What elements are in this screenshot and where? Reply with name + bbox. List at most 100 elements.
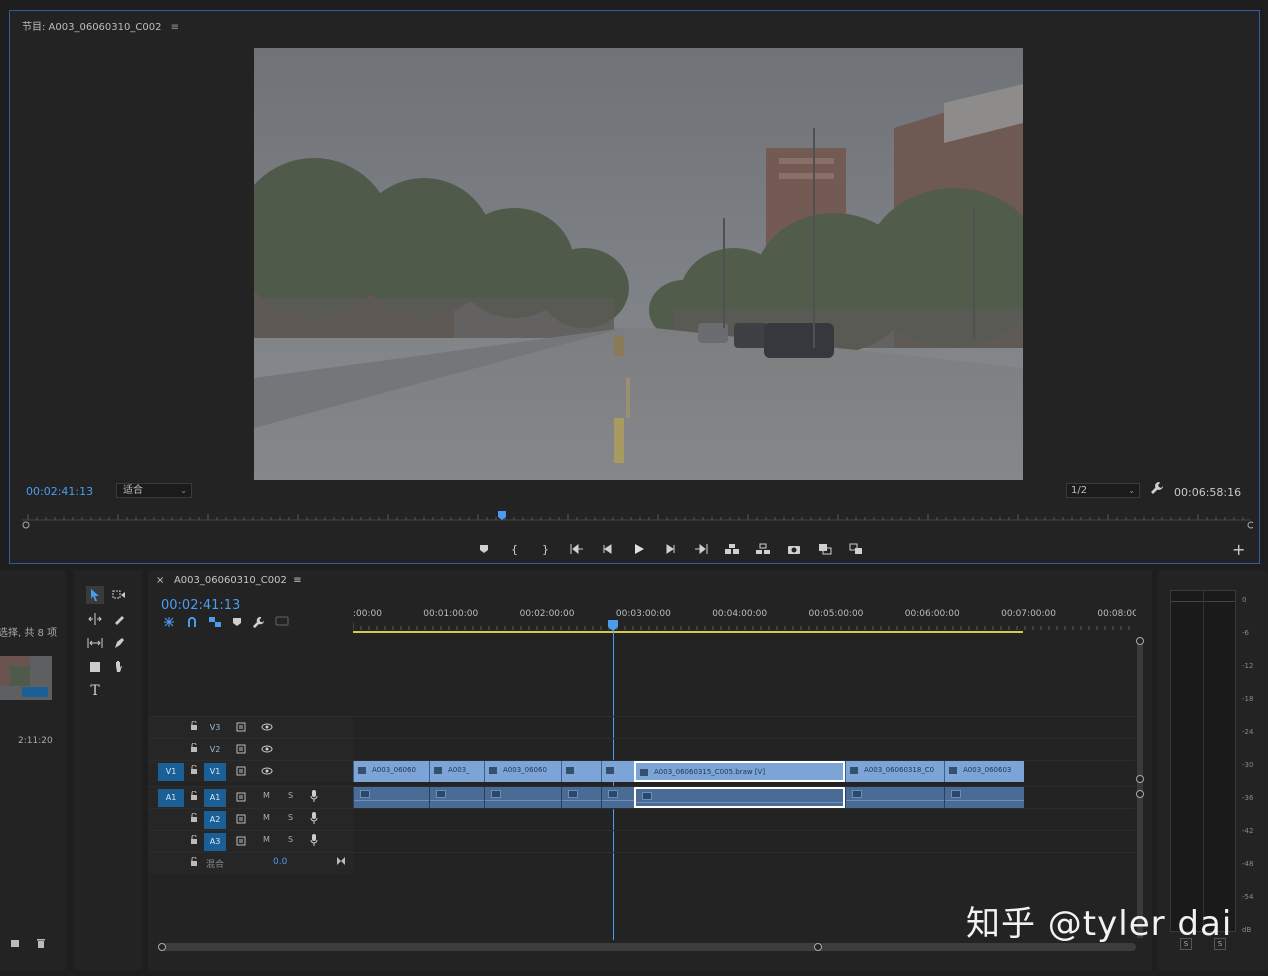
timeline-timecode[interactable]: 00:02:41:13 bbox=[161, 598, 240, 613]
panel-menu-icon[interactable]: ≡ bbox=[171, 22, 179, 33]
mix-volume-value[interactable]: 0.0 bbox=[273, 857, 287, 867]
go-to-in-icon[interactable] bbox=[561, 540, 592, 558]
audio-clip[interactable] bbox=[561, 787, 601, 808]
export-frame-camera-icon[interactable] bbox=[778, 540, 809, 558]
timeline-time-ruler[interactable]: :00:00 00:01:00:00 00:02:00:00 00:03:00:00 0… bbox=[353, 600, 1136, 634]
video-clip[interactable]: A003_06060318_C0 bbox=[845, 761, 944, 782]
step-back-icon[interactable] bbox=[592, 540, 623, 558]
audio-waveform bbox=[945, 800, 1024, 801]
track-target-v2[interactable]: V2 bbox=[204, 741, 226, 759]
lock-icon[interactable] bbox=[190, 720, 198, 734]
add-marker-icon[interactable] bbox=[468, 540, 499, 558]
fit-select[interactable]: 适合 ⌄ bbox=[116, 483, 192, 498]
lock-icon[interactable] bbox=[190, 742, 198, 756]
track-select-tool-icon[interactable] bbox=[110, 586, 128, 604]
sync-lock-icon[interactable] bbox=[236, 722, 248, 735]
audio-clip[interactable] bbox=[601, 787, 634, 808]
solo-button[interactable]: S bbox=[288, 791, 293, 800]
sync-lock-icon[interactable] bbox=[236, 792, 248, 805]
extract-icon[interactable] bbox=[747, 540, 778, 558]
hand-tool-icon[interactable] bbox=[110, 658, 128, 676]
go-to-end-icon[interactable] bbox=[336, 857, 346, 868]
linked-selection-icon[interactable] bbox=[208, 616, 222, 632]
voiceover-mic-icon[interactable] bbox=[310, 812, 318, 827]
voiceover-mic-icon[interactable] bbox=[310, 834, 318, 849]
lock-icon[interactable] bbox=[190, 764, 198, 778]
step-forward-icon[interactable] bbox=[654, 540, 685, 558]
compare-view-icon[interactable] bbox=[809, 540, 840, 558]
project-clip-thumbnail[interactable] bbox=[0, 656, 52, 700]
monitor-duration-timecode: 00:06:58:16 bbox=[1174, 486, 1242, 499]
sync-lock-icon[interactable] bbox=[236, 814, 248, 827]
timeline-settings-wrench-icon[interactable] bbox=[252, 616, 265, 632]
audio-clip[interactable] bbox=[353, 787, 429, 808]
lock-icon[interactable] bbox=[190, 856, 198, 870]
trash-icon[interactable] bbox=[36, 938, 46, 952]
resolution-select[interactable]: 1/2 ⌄ bbox=[1066, 483, 1140, 498]
nest-insert-icon[interactable] bbox=[162, 616, 176, 632]
voiceover-mic-icon[interactable] bbox=[310, 790, 318, 805]
mute-button[interactable]: M bbox=[263, 791, 270, 800]
solo-button[interactable]: S bbox=[288, 835, 293, 844]
track-target-v3[interactable]: V3 bbox=[204, 719, 226, 737]
multicam-icon[interactable] bbox=[840, 540, 871, 558]
lift-icon[interactable] bbox=[716, 540, 747, 558]
pen-tool-icon[interactable] bbox=[110, 634, 128, 652]
track-target-a2[interactable]: A2 bbox=[204, 811, 226, 829]
lock-icon[interactable] bbox=[190, 790, 198, 804]
new-bin-icon[interactable] bbox=[10, 938, 20, 952]
db-label: -18 bbox=[1242, 695, 1254, 703]
mark-out-icon[interactable]: } bbox=[530, 540, 561, 558]
track-target-a1[interactable]: A1 bbox=[204, 789, 226, 807]
sync-lock-icon[interactable] bbox=[236, 836, 248, 849]
sync-lock-icon[interactable] bbox=[236, 744, 248, 757]
toggle-output-eye-icon[interactable] bbox=[261, 745, 273, 756]
video-clip[interactable]: A003_060603 bbox=[944, 761, 1024, 782]
razor-tool-icon[interactable] bbox=[110, 610, 128, 628]
lock-icon[interactable] bbox=[190, 834, 198, 848]
video-clip[interactable]: A003_06060315_C005.braw [V] bbox=[634, 761, 845, 782]
add-marker-icon[interactable] bbox=[232, 616, 242, 632]
settings-wrench-icon[interactable] bbox=[1150, 481, 1164, 498]
audio-clip[interactable] bbox=[429, 787, 484, 808]
monitor-time-ruler[interactable] bbox=[18, 508, 1253, 530]
playhead-line[interactable] bbox=[613, 624, 614, 940]
video-clip[interactable]: A003_ bbox=[429, 761, 484, 782]
source-patch-v1[interactable]: V1 bbox=[158, 763, 184, 781]
video-frame[interactable] bbox=[254, 48, 1023, 480]
monitor-title[interactable]: 节目: A003_06060310_C002 ≡ bbox=[22, 18, 179, 33]
play-icon[interactable] bbox=[623, 540, 654, 558]
type-tool-icon[interactable]: T bbox=[86, 682, 104, 700]
mute-button[interactable]: M bbox=[263, 835, 270, 844]
mute-button[interactable]: M bbox=[263, 813, 270, 822]
audio-clip[interactable] bbox=[845, 787, 944, 808]
toggle-output-eye-icon[interactable] bbox=[261, 723, 273, 734]
sequence-tab[interactable]: × A003_06060310_C002 ≡ bbox=[156, 575, 302, 586]
button-editor-add-button[interactable]: + bbox=[1232, 540, 1245, 559]
close-icon[interactable]: × bbox=[156, 575, 164, 586]
monitor-current-timecode[interactable]: 00:02:41:13 bbox=[26, 485, 93, 498]
video-clip[interactable]: A003_06060 bbox=[484, 761, 561, 782]
captions-icon[interactable] bbox=[275, 616, 289, 632]
video-clip[interactable]: A003_06060 bbox=[353, 761, 429, 782]
video-clip[interactable] bbox=[561, 761, 601, 782]
panel-menu-icon[interactable]: ≡ bbox=[293, 575, 301, 586]
track-target-a3[interactable]: A3 bbox=[204, 833, 226, 851]
audio-clip[interactable] bbox=[484, 787, 561, 808]
audio-clip[interactable] bbox=[634, 787, 845, 808]
slip-tool-icon[interactable] bbox=[86, 634, 104, 652]
snap-magnet-icon[interactable] bbox=[186, 616, 198, 632]
video-clip[interactable] bbox=[601, 761, 634, 782]
rectangle-tool-icon[interactable] bbox=[86, 658, 104, 676]
audio-clip[interactable] bbox=[944, 787, 1024, 808]
track-target-v1[interactable]: V1 bbox=[204, 763, 226, 781]
source-patch-a1[interactable]: A1 bbox=[158, 789, 184, 807]
toggle-output-eye-icon[interactable] bbox=[261, 767, 273, 778]
lock-icon[interactable] bbox=[190, 812, 198, 826]
selection-tool-icon[interactable] bbox=[86, 586, 104, 604]
mark-in-icon[interactable]: { bbox=[499, 540, 530, 558]
go-to-out-icon[interactable] bbox=[685, 540, 716, 558]
sync-lock-icon[interactable] bbox=[236, 766, 248, 779]
solo-button[interactable]: S bbox=[288, 813, 293, 822]
ripple-edit-tool-icon[interactable] bbox=[86, 610, 104, 628]
